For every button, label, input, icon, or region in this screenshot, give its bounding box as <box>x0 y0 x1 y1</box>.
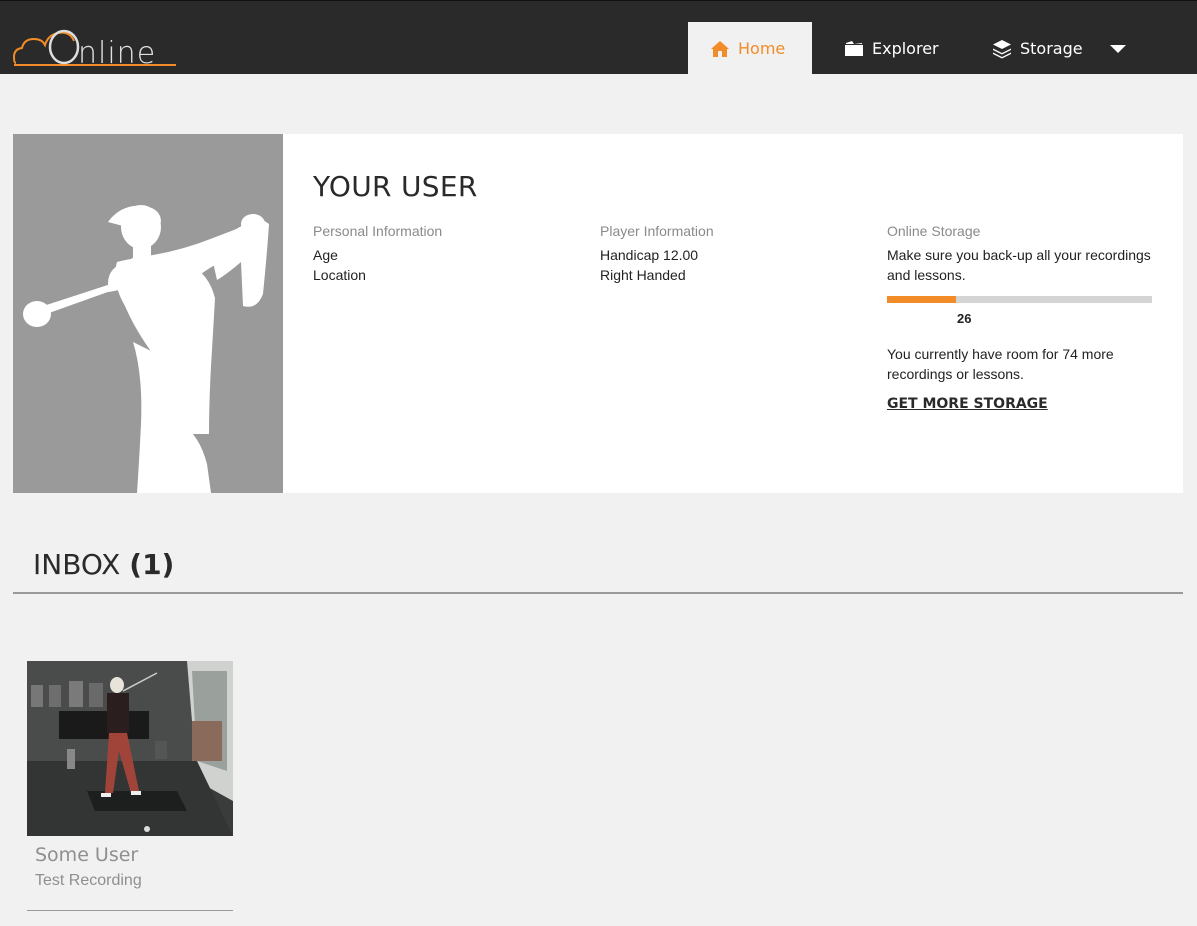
inbox-divider <box>13 592 1183 594</box>
chevron-down-icon <box>1110 44 1126 53</box>
recording-thumbnail[interactable] <box>27 661 233 836</box>
player-info-heading: Player Information <box>600 223 714 239</box>
storage-progress-fill <box>887 296 956 303</box>
player-handedness: Right Handed <box>600 267 686 283</box>
personal-info-heading: Personal Information <box>313 223 443 239</box>
personal-info-section: Personal Information Age Location <box>313 221 578 285</box>
player-info-section: Player Information Handicap 12.00 Right … <box>600 221 865 285</box>
tab-explorer-label: Explorer <box>872 39 939 58</box>
tab-storage[interactable]: Storage <box>960 22 1093 75</box>
home-icon <box>710 39 730 59</box>
personal-age: Age <box>313 247 338 263</box>
recording-preview-image <box>27 661 233 836</box>
tab-storage-label: Storage <box>1020 39 1083 58</box>
main-nav: Home Explorer Storage <box>688 22 1143 75</box>
more-menu-button[interactable] <box>1093 22 1143 75</box>
storage-heading: Online Storage <box>887 223 981 239</box>
storage-section: Online Storage Make sure you back-up all… <box>887 221 1152 414</box>
profile-title: YOUR USER <box>313 170 478 203</box>
inbox-item-sender: Some User <box>35 844 139 866</box>
inbox-count: (1) <box>129 548 175 581</box>
storage-room-text: You currently have room for 74 more reco… <box>887 346 1114 382</box>
inbox-title: INBOX (1) <box>33 548 174 581</box>
get-more-storage-link[interactable]: GET MORE STORAGE <box>887 394 1048 414</box>
top-bar: nline Home Explorer Storage <box>0 0 1197 75</box>
folder-icon <box>844 39 864 59</box>
layers-icon <box>992 39 1012 59</box>
storage-used-count: 26 <box>957 311 972 326</box>
inbox-item[interactable]: Some User Test Recording <box>27 661 233 911</box>
storage-message: Make sure you back-up all your recording… <box>887 247 1151 283</box>
tab-home-label: Home <box>738 39 786 58</box>
storage-progress-bar <box>887 296 1152 303</box>
tab-home[interactable]: Home <box>688 22 812 75</box>
tab-explorer[interactable]: Explorer <box>812 22 960 75</box>
svg-text:nline: nline <box>78 36 156 69</box>
golfer-silhouette-icon <box>23 205 269 493</box>
player-handicap: Handicap 12.00 <box>600 247 699 263</box>
inbox-item-divider <box>27 910 233 911</box>
inbox-title-label: INBOX <box>33 548 121 581</box>
inbox-item-subtitle: Test Recording <box>35 872 142 889</box>
brand-logo[interactable]: nline <box>12 25 180 69</box>
profile-card: YOUR USER Personal Information Age Locat… <box>13 134 1183 493</box>
personal-location: Location <box>313 267 366 283</box>
profile-avatar <box>13 134 283 493</box>
